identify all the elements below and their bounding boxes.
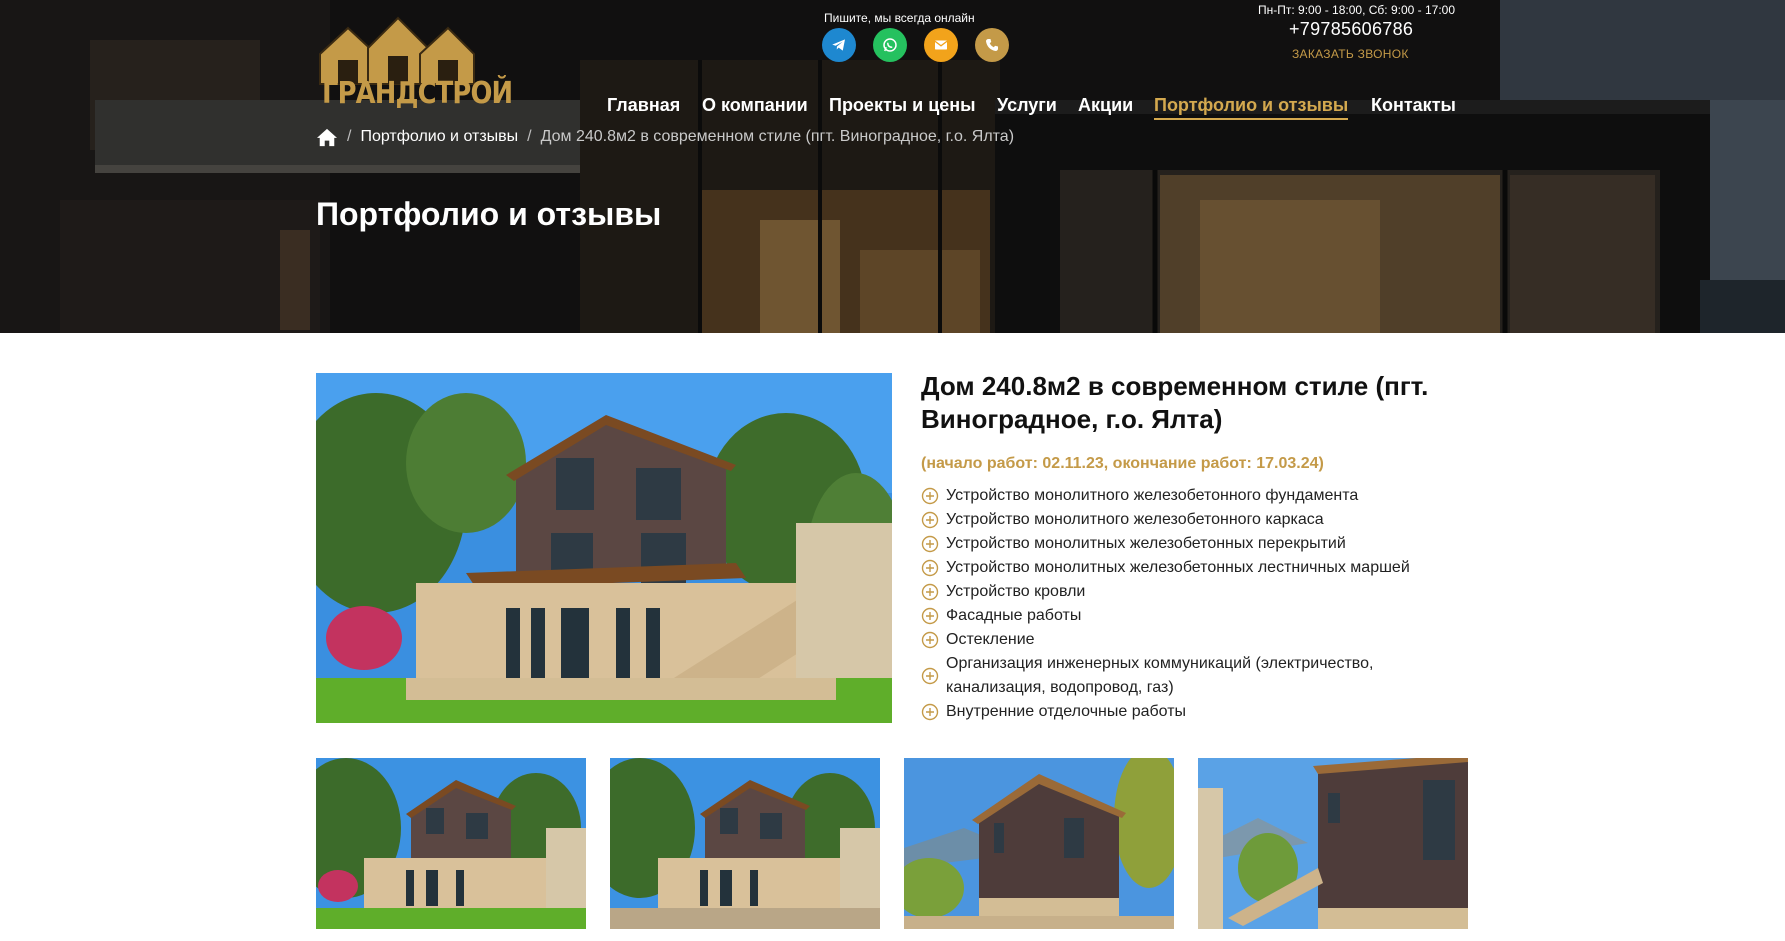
plus-circle-icon	[921, 607, 939, 625]
home-icon[interactable]	[316, 127, 338, 147]
works-list-item: Устройство монолитных железобетонных лес…	[921, 556, 1451, 580]
works-list-text: Фасадные работы	[946, 607, 1082, 624]
phone-button[interactable]	[975, 28, 1009, 62]
logo-text[interactable]: ГРАНДСТРОЙ	[322, 76, 513, 111]
nav-portfolio[interactable]: Портфолио и отзывы	[1154, 95, 1349, 120]
callback-link[interactable]: ЗАКАЗАТЬ ЗВОНОК	[1292, 47, 1409, 61]
page-title: Портфолио и отзывы	[316, 196, 662, 232]
works-list-text: Устройство монолитных железобетонных пер…	[946, 535, 1346, 552]
works-list-item: Внутренние отделочные работы	[921, 700, 1451, 724]
works-list-text: Остекление	[946, 631, 1035, 648]
works-list-text: Внутренние отделочные работы	[946, 703, 1187, 720]
telegram-button[interactable]	[822, 28, 856, 62]
email-button[interactable]	[924, 28, 958, 62]
project-main-photo[interactable]	[316, 373, 892, 723]
works-list-item: Устройство монолитных железобетонных пер…	[921, 532, 1451, 556]
works-list-item: Устройство кровли	[921, 580, 1451, 604]
works-list-text: Устройство монолитных железобетонных лес…	[946, 559, 1410, 576]
project-dates: (начало работ: 02.11.23, окончание работ…	[921, 455, 1324, 472]
nav-home[interactable]: Главная	[607, 95, 680, 116]
breadcrumb: / Портфолио и отзывы / Дом 240.8м2 в сов…	[316, 127, 1014, 147]
plus-circle-icon	[921, 535, 939, 553]
works-list-text: Устройство монолитного железобетонного к…	[946, 511, 1324, 528]
works-list-text: Организация инженерных коммуникаций (эле…	[946, 655, 1374, 696]
breadcrumb-portfolio-link[interactable]: Портфолио и отзывы	[360, 128, 518, 146]
works-list-item: Устройство монолитного железобетонного к…	[921, 508, 1451, 532]
email-icon	[934, 40, 948, 50]
nav-services[interactable]: Услуги	[997, 95, 1057, 116]
plus-circle-icon	[921, 631, 939, 649]
breadcrumb-current: Дом 240.8м2 в современном стиле (пгт. Ви…	[540, 128, 1015, 145]
gallery-thumbnail[interactable]	[610, 758, 880, 929]
gallery-thumbnail[interactable]	[1198, 758, 1468, 929]
works-list-item: Остекление	[921, 628, 1451, 652]
works-list: Устройство монолитного железобетонного ф…	[921, 484, 1451, 724]
plus-circle-icon	[921, 487, 939, 505]
gallery-thumbnail[interactable]	[316, 758, 586, 929]
plus-circle-icon	[921, 667, 939, 685]
online-caption: Пишите, мы всегда онлайн	[824, 11, 975, 25]
works-list-text: Устройство кровли	[946, 583, 1086, 600]
works-list-item: Фасадные работы	[921, 604, 1451, 628]
plus-circle-icon	[921, 559, 939, 577]
works-list-item: Устройство монолитного железобетонного ф…	[921, 484, 1451, 508]
whatsapp-button[interactable]	[873, 28, 907, 62]
plus-circle-icon	[921, 511, 939, 529]
works-list-text: Устройство монолитного железобетонного ф…	[946, 487, 1359, 504]
nav-contacts[interactable]: Контакты	[1371, 95, 1456, 116]
nav-projects[interactable]: Проекты и цены	[829, 95, 976, 116]
nav-about[interactable]: О компании	[702, 95, 808, 116]
breadcrumb-separator: /	[347, 128, 352, 145]
whatsapp-icon	[883, 38, 897, 52]
works-list-item: Организация инженерных коммуникаций (эле…	[921, 652, 1451, 700]
plus-circle-icon	[921, 703, 939, 721]
project-title: Дом 240.8м2 в современном стиле (пгт. Ви…	[921, 371, 1429, 434]
phone-number[interactable]: +79785606786	[1289, 19, 1413, 40]
telegram-icon	[832, 39, 845, 51]
working-hours: Пн-Пт: 9:00 - 18:00, Сб: 9:00 - 17:00	[1258, 3, 1456, 17]
plus-circle-icon	[921, 583, 939, 601]
nav-promotions[interactable]: Акции	[1078, 95, 1133, 116]
breadcrumb-separator: /	[527, 128, 532, 145]
gallery-thumbnail[interactable]	[904, 758, 1174, 929]
phone-icon	[986, 39, 998, 51]
